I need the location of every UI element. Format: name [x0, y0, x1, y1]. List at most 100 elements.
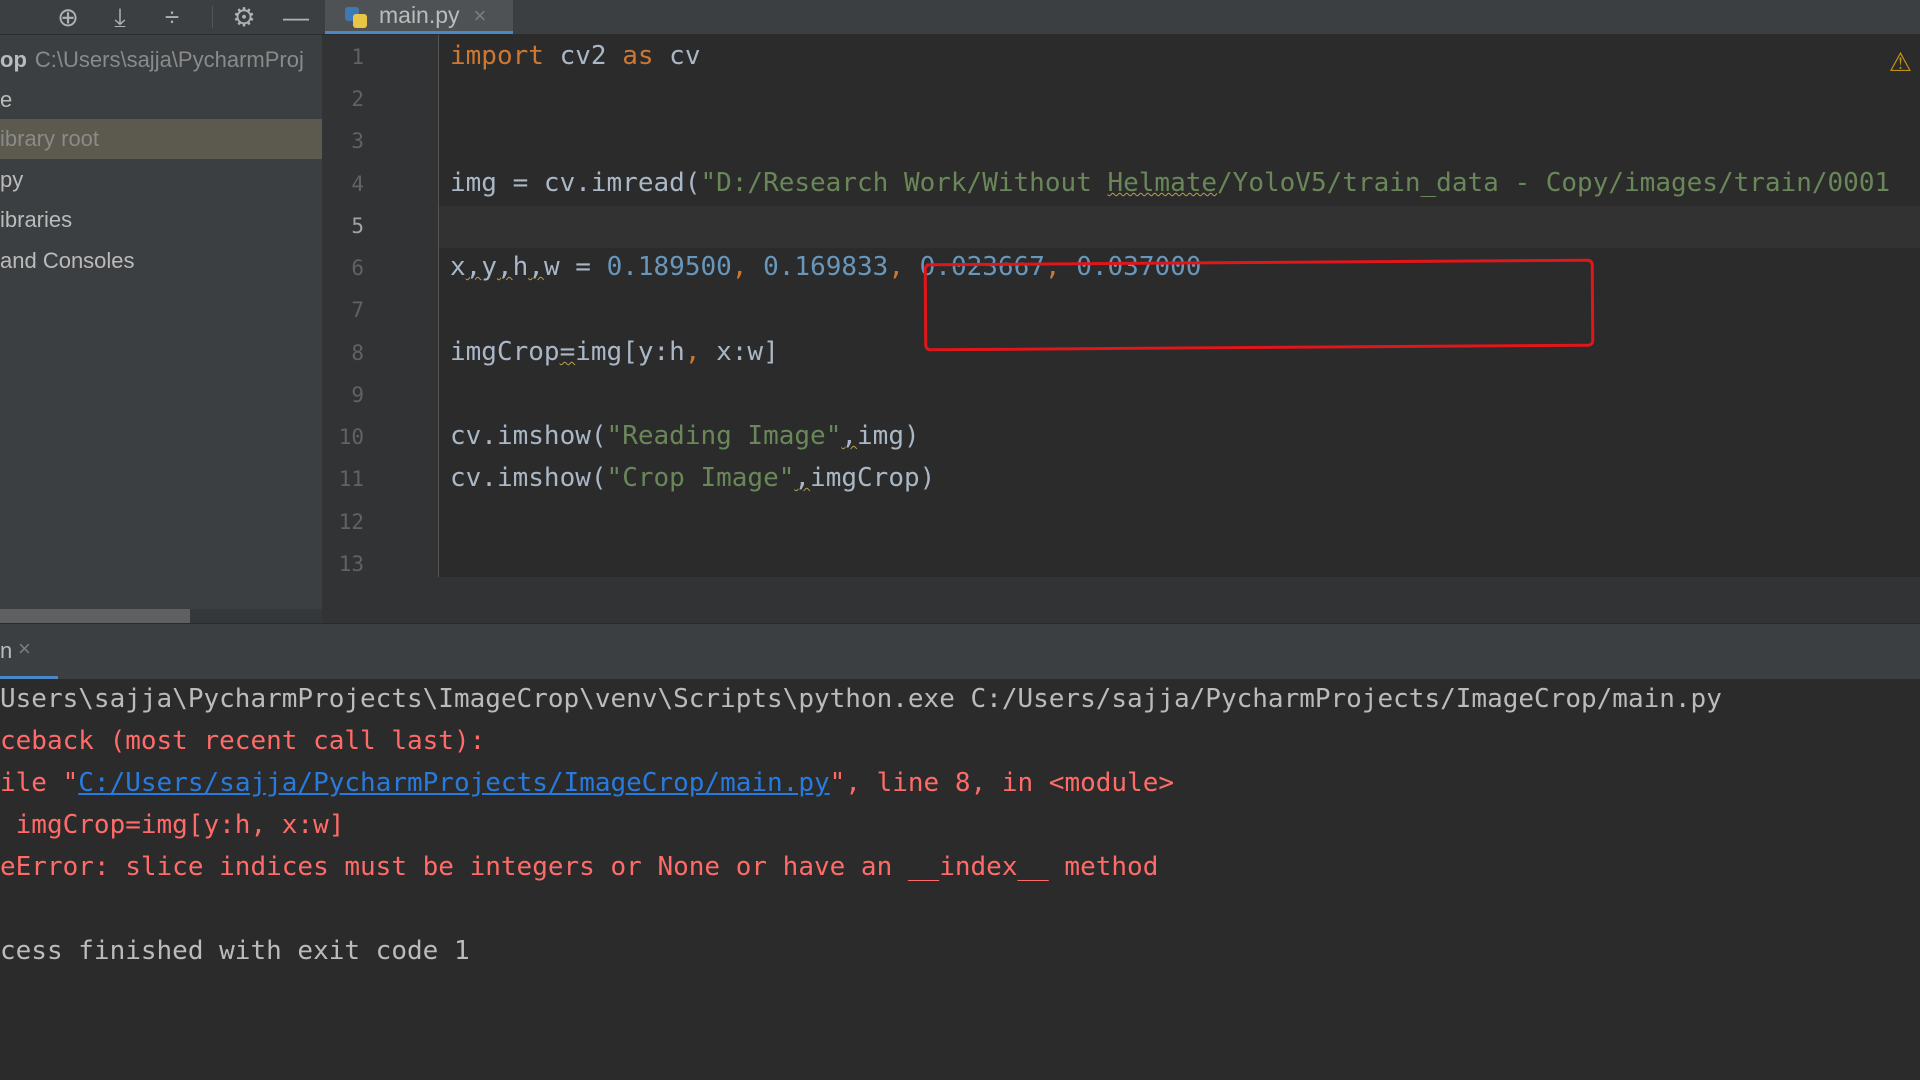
line-number: 6: [351, 256, 364, 280]
toolbar: ⊕ ⤓ ÷ ⚙ — main.py ×: [0, 0, 1920, 35]
code-text: imgCrop): [810, 463, 936, 493]
comma: ,: [496, 252, 513, 282]
run-console[interactable]: Users\sajja\PycharmProjects\ImageCrop\ve…: [0, 679, 1920, 1080]
code-text: cv: [653, 41, 701, 71]
code-text: img = cv.imread(: [450, 168, 701, 198]
line-number: 10: [338, 425, 364, 449]
current-line-highlight: [439, 206, 1920, 248]
code-text: imgCrop: [450, 337, 560, 367]
spelling-warning: Helmate: [1107, 168, 1218, 198]
line-number: 2: [351, 87, 364, 111]
number-literal: 0.169833: [763, 252, 889, 282]
line-number: 8: [351, 341, 364, 365]
code-text: cv2: [543, 41, 623, 71]
comma: ,: [465, 252, 482, 282]
tab-main-py[interactable]: main.py ×: [325, 0, 513, 34]
tab-run[interactable]: n ×: [0, 624, 58, 680]
sidebar-item-label: e: [0, 87, 13, 112]
editor-horizontal-scrollbar[interactable]: [322, 577, 1920, 623]
console-error-message: eError: slice indices must be integers o…: [0, 852, 1159, 882]
console-command-line: Users\sajja\PycharmProjects\ImageCrop\ve…: [0, 684, 1722, 714]
console-traceback-code: imgCrop=img[y:h, x:w]: [0, 810, 345, 840]
code-line-8: imgCrop=img[y:h, x:w]: [450, 337, 779, 367]
sidebar-scrollbar[interactable]: [0, 609, 322, 623]
code-editor[interactable]: 1 2 3 4 5 6 7 8 9 10 11 12 13 import cv2…: [322, 35, 1920, 623]
code-text: x:w]: [700, 337, 779, 367]
highlight-annotation-box: [923, 258, 1595, 352]
line-number: 12: [338, 510, 364, 534]
tab-label: main.py: [379, 2, 460, 28]
console-traceback-header: ceback (most recent call last):: [0, 726, 486, 756]
comma: ,: [794, 463, 811, 493]
keyword: as: [622, 41, 654, 71]
code-line-11: cv.imshow("Crop Image",imgCrop): [450, 463, 935, 493]
comma: ,: [841, 421, 858, 451]
sidebar-item-label: ibraries: [0, 207, 73, 232]
code-text: =: [559, 337, 576, 367]
minimize-icon[interactable]: —: [280, 4, 312, 30]
sidebar-item-scratches[interactable]: and Consoles: [0, 241, 322, 281]
line-number: 7: [351, 298, 364, 322]
sidebar-item-library-root[interactable]: ibrary root: [0, 119, 322, 159]
sidebar-item-external-libraries[interactable]: ibraries: [0, 200, 322, 240]
sidebar-item-label: ibrary root: [0, 126, 100, 151]
line-number-current: 5: [351, 214, 364, 238]
console-exit-message: cess finished with exit code 1: [0, 936, 470, 966]
sidebar-item-project[interactable]: op C:\Users\sajja\PycharmProj: [0, 40, 322, 80]
sidebar-item-label: py: [0, 167, 24, 192]
code-text: img[y:h: [575, 337, 685, 367]
console-traceback-file: ile "C:/Users/sajja/PycharmProjects/Imag…: [0, 768, 1174, 798]
line-number: 4: [351, 172, 364, 196]
file-link[interactable]: C:/Users/sajja/PycharmProjects/ImageCrop…: [78, 768, 829, 798]
comma: ,: [684, 337, 701, 367]
code-text: cv.imshow(: [450, 421, 607, 451]
toolbar-icons-right: ⚙ —: [228, 0, 312, 34]
line-number: 13: [338, 552, 364, 576]
line-number: 9: [351, 383, 364, 407]
expand-icon[interactable]: ÷: [156, 4, 188, 30]
toolbar-icons: ⊕ ⤓ ÷: [52, 0, 188, 34]
comma: ,: [528, 252, 544, 282]
var: y: [481, 252, 497, 282]
line-number-gutter: 1 2 3 4 5 6 7 8 9 10 11 12 13: [322, 35, 439, 577]
crosshair-icon[interactable]: ⊕: [52, 4, 84, 30]
comma: ,: [731, 252, 764, 282]
code-line-4: img = cv.imread("D:/Research Work/Withou…: [450, 168, 1890, 198]
sidebar-item-file[interactable]: e: [0, 80, 322, 120]
warning-icon[interactable]: ⚠: [1889, 47, 1912, 78]
code-text: =: [559, 252, 607, 282]
close-icon[interactable]: ×: [18, 636, 31, 662]
project-path: C:\Users\sajja\PycharmProj: [34, 47, 304, 72]
run-panel-header: n ×: [0, 623, 1920, 680]
gear-icon[interactable]: ⚙: [228, 4, 260, 30]
line-number: 1: [351, 45, 364, 69]
sidebar-item-main-py[interactable]: py: [0, 160, 322, 200]
project-sidebar: op C:\Users\sajja\PycharmProj e ibrary ro…: [0, 35, 322, 623]
var: w: [543, 252, 560, 282]
toolbar-separator: [212, 6, 213, 28]
console-text: ile ": [0, 768, 79, 798]
collapse-icon[interactable]: ⤓: [104, 4, 136, 30]
sidebar-item-label: and Consoles: [0, 248, 135, 273]
close-icon[interactable]: ×: [474, 3, 487, 29]
sidebar-scroll-thumb[interactable]: [0, 609, 190, 623]
console-text: ", line 8, in <module>: [829, 768, 1175, 798]
code-line-1: import cv2 as cv: [450, 41, 700, 71]
sidebar-item-label: op: [0, 47, 27, 72]
tab-label: n: [0, 638, 13, 663]
string-literal: "Reading Image": [606, 421, 842, 451]
comma: ,: [888, 252, 920, 282]
code-text: cv.imshow(: [450, 463, 607, 493]
var: h: [512, 252, 529, 282]
string-literal: "Crop Image": [606, 463, 795, 493]
python-file-icon: [343, 3, 369, 29]
var: x: [450, 252, 466, 282]
keyword: import: [450, 41, 544, 71]
line-number: 11: [338, 467, 364, 491]
string-literal: "D:/Research Work/Without: [700, 168, 1108, 198]
line-number: 3: [351, 129, 364, 153]
code-text: img): [857, 421, 920, 451]
number-literal: 0.189500: [606, 252, 732, 282]
string-literal: /YoloV5/train_data - Copy/images/train/0…: [1217, 168, 1891, 198]
code-line-10: cv.imshow("Reading Image",img): [450, 421, 920, 451]
